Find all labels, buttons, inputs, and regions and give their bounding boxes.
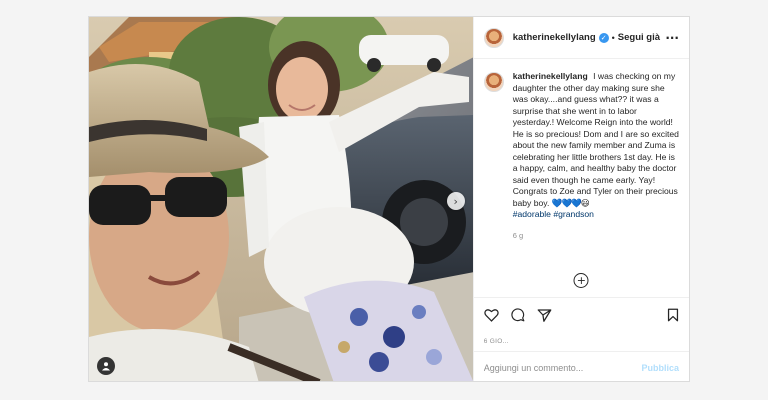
like-button[interactable] <box>484 308 499 322</box>
publish-button[interactable]: Pubblica <box>641 363 679 373</box>
load-more-comments-button[interactable]: + <box>573 273 589 288</box>
caption-body: katherinekellylang I was checking on my … <box>513 71 679 241</box>
hashtags[interactable]: #adorable #grandson <box>513 209 594 219</box>
bookmark-icon <box>667 308 679 321</box>
post-photo[interactable]: › <box>89 17 473 381</box>
user-tags-button[interactable] <box>97 357 115 375</box>
heart-icon <box>484 308 499 322</box>
post-side-panel: katherinekellylang ✓ • Segui già ··· kat… <box>472 17 689 381</box>
more-options-icon[interactable]: ··· <box>665 31 679 45</box>
post-header: katherinekellylang ✓ • Segui già ··· <box>473 17 689 59</box>
blue-hearts-emoji: 💙💙💙 <box>551 197 582 208</box>
caption-time: 6 g <box>512 230 524 240</box>
username-link[interactable]: katherinekellylang <box>513 32 596 43</box>
post-date: 6 GIO... <box>483 337 509 345</box>
caption-avatar[interactable] <box>483 72 504 92</box>
paper-plane-icon <box>537 308 552 322</box>
following-button[interactable]: Segui già <box>618 32 660 43</box>
smile-emoji: 😃 <box>580 197 590 208</box>
caption: katherinekellylang I was checking on my … <box>483 71 679 241</box>
avatar[interactable] <box>483 27 504 48</box>
comment-icon <box>511 307 525 321</box>
add-comment-bar: Pubblica <box>473 351 689 381</box>
chevron-right-icon: › <box>453 194 458 208</box>
share-button[interactable] <box>537 308 552 322</box>
user-tag-icon <box>102 362 110 371</box>
caption-text: I was checking on my daughter the other … <box>512 71 679 208</box>
comment-button[interactable] <box>511 307 525 322</box>
instagram-post: › katherinekellylang ✓ • Segui già ··· k… <box>88 16 690 382</box>
next-photo-button[interactable]: › <box>446 192 465 210</box>
plus-circle-icon: + <box>576 274 586 287</box>
separator-dot: • <box>611 32 615 43</box>
caption-username[interactable]: katherinekellylang <box>513 71 588 81</box>
verified-badge-icon: ✓ <box>598 32 609 43</box>
comment-input[interactable] <box>483 362 642 373</box>
save-button[interactable] <box>667 308 679 322</box>
selfie-photo <box>89 17 473 381</box>
post-actions <box>473 297 689 331</box>
comments-section: katherinekellylang I was checking on my … <box>474 59 689 297</box>
